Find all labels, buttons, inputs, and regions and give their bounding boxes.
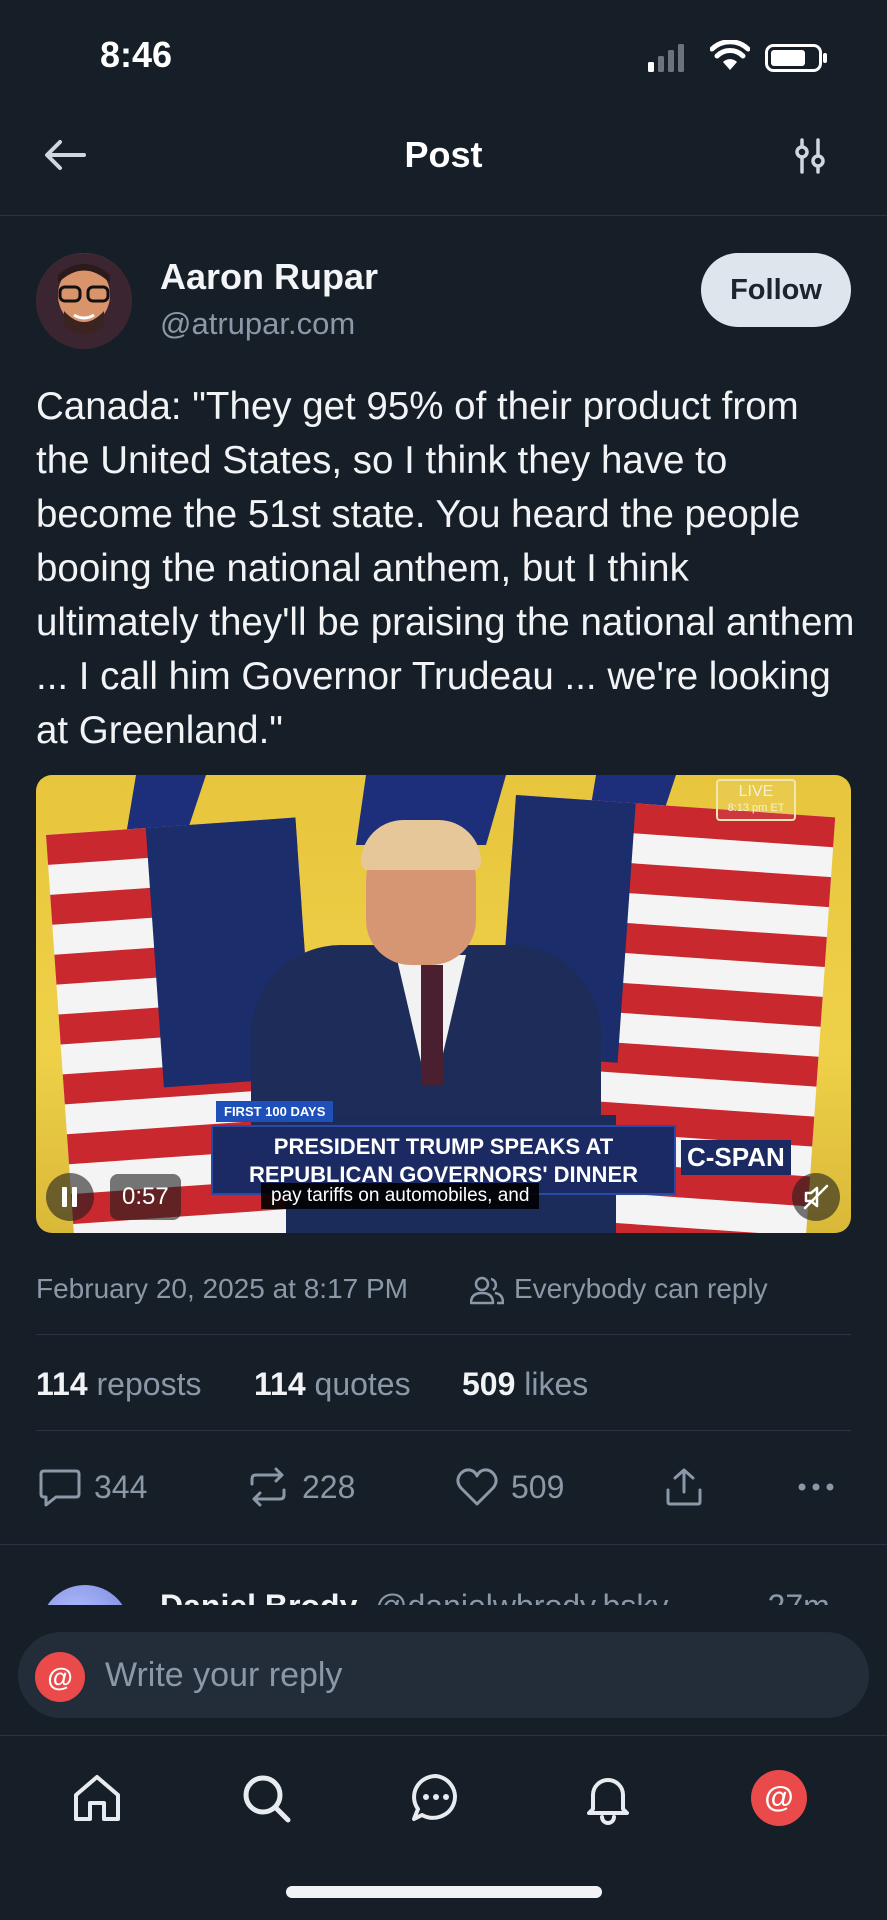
search-icon [243,1775,291,1823]
wifi-icon [710,40,750,70]
status-time: 8:46 [100,34,173,75]
post-timestamp: February 20, 2025 at 8:17 PM [36,1273,408,1304]
follow-button[interactable]: Follow [701,253,851,327]
reply-time: · 27m [748,1588,830,1605]
author-name[interactable]: Aaron Rupar [160,256,378,298]
pause-button[interactable] [46,1173,94,1221]
quotes-stat[interactable]: 114 quotes [254,1366,411,1403]
tab-notifications[interactable] [578,1768,638,1828]
speaker-muted-icon [803,1184,829,1210]
heart-icon [456,1468,498,1506]
people-icon [470,1276,504,1305]
likes-stat[interactable]: 509 likes [462,1366,588,1403]
reply-button[interactable]: 344 [38,1466,147,1508]
live-badge: LIVE 8:13 pm ET [716,779,796,821]
mute-button[interactable] [792,1173,840,1221]
more-options-button[interactable] [794,1466,850,1508]
divider [36,1334,851,1335]
network-logo: C-SPAN [681,1140,791,1175]
page-title: Post [404,134,483,175]
share-icon [666,1468,702,1506]
filter-settings-icon[interactable] [790,136,830,176]
home-indicator [286,1886,602,1898]
reply-author-name[interactable]: Daniel Brody [160,1588,357,1605]
tab-profile[interactable]: @ [749,1768,809,1828]
author-handle[interactable]: @atrupar.com [160,306,355,342]
video-elapsed-time: 0:57 [110,1174,181,1220]
divider [36,1430,851,1431]
video-player[interactable]: LIVE 8:13 pm ET FIRST 100 DAYS PRESIDENT… [36,775,851,1233]
post-text: Canada: "They get 95% of their product f… [36,385,855,752]
divider [0,1735,887,1736]
reply-avatar[interactable] [40,1585,130,1605]
tab-chat[interactable] [406,1768,466,1828]
video-caption: pay tariffs on automobiles, and [261,1183,540,1209]
pause-icon [62,1187,77,1207]
reply-count: 344 [94,1468,148,1505]
like-button[interactable]: 509 [455,1466,564,1508]
repost-icon [250,1467,286,1507]
cellular-signal-icon [648,44,684,72]
reply-preview[interactable]: Daniel Brody @danielwbrody.bsky... · 27m [0,1545,887,1605]
bell-icon [587,1778,629,1825]
repost-button[interactable]: 228 [246,1466,355,1508]
reply-input-placeholder[interactable]: Write your reply [105,1656,342,1695]
reply-bubble-icon [39,1469,81,1507]
chat-icon [412,1774,457,1821]
profile-avatar: @ [751,1770,807,1826]
user-avatar-small: @ [35,1652,85,1702]
tab-home[interactable] [67,1768,127,1828]
ellipsis-icon [798,1483,834,1491]
repost-count: 228 [302,1468,356,1505]
like-count: 509 [511,1468,565,1505]
reposts-stat[interactable]: 114 reposts [36,1366,201,1403]
chyron-tag: FIRST 100 DAYS [216,1101,334,1122]
home-icon [74,1775,120,1821]
author-avatar[interactable] [36,253,132,349]
reply-setting[interactable]: Everybody can reply [514,1273,768,1305]
battery-icon [765,44,827,72]
header-divider [0,215,887,216]
share-button[interactable] [662,1466,718,1508]
tab-search[interactable] [236,1768,296,1828]
reply-author-handle: @danielwbrody.bsky... [375,1588,693,1605]
